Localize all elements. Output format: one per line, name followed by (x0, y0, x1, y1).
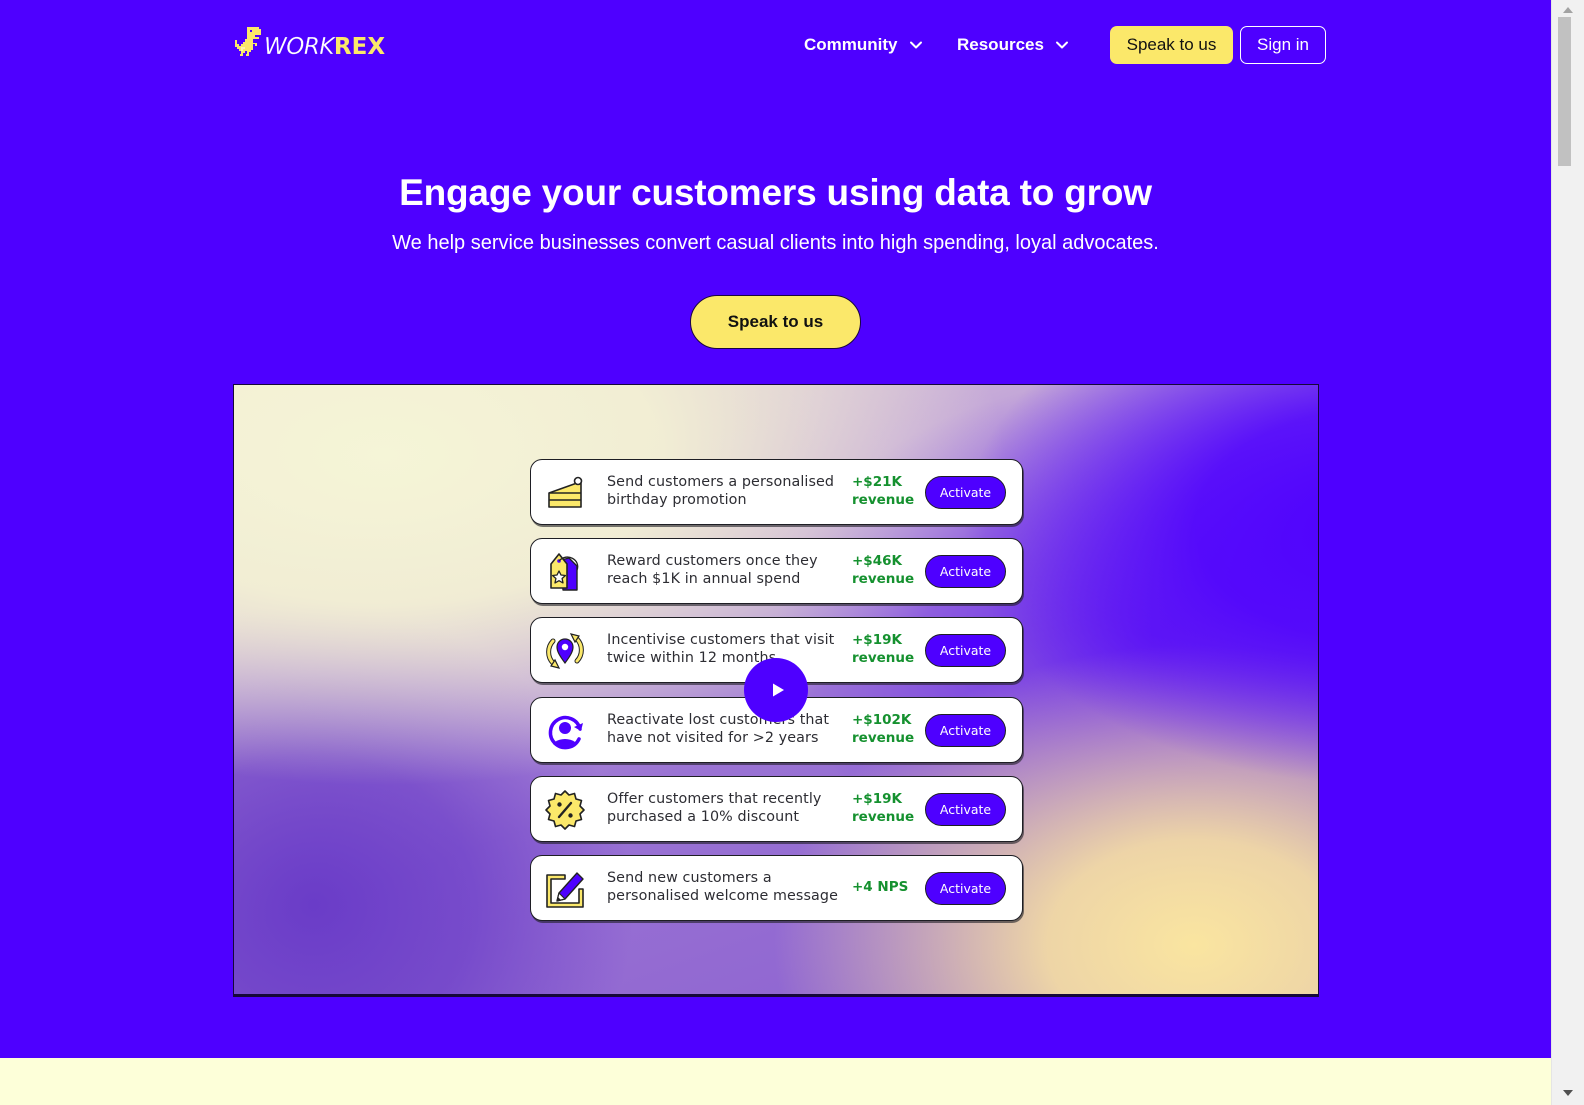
location-refresh-icon (543, 629, 587, 673)
metric-value: +4 NPS (852, 878, 909, 895)
workrex-logo[interactable]: WORKREX (233, 24, 385, 60)
metric-unit: revenue (852, 650, 915, 667)
metric-unit: revenue (852, 808, 915, 825)
activate-button[interactable]: Activate (925, 713, 1006, 747)
metric-value: +$19K (852, 790, 902, 807)
speak-to-us-nav-button[interactable]: Speak to us (1110, 26, 1233, 64)
campaign-card: Reward customers once they reach $1K in … (530, 538, 1023, 605)
discount-badge-icon (543, 788, 587, 832)
activate-button[interactable]: Activate (925, 476, 1006, 509)
metric-value: +$46K (852, 553, 902, 570)
campaign-metric: +$19K revenue (852, 631, 922, 667)
activate-button[interactable]: Activate (925, 555, 1006, 589)
scroll-up-arrow-icon[interactable] (1557, 2, 1579, 18)
campaign-metric: +$102K revenue (852, 711, 922, 747)
campaign-description: Send customers a personalised birthday p… (607, 474, 835, 508)
metric-unit: revenue (852, 571, 915, 588)
play-video-button[interactable] (744, 658, 808, 722)
logo-rex-text: REX (333, 33, 386, 60)
chevron-down-icon (909, 41, 922, 49)
activate-button[interactable]: Activate (925, 792, 1006, 826)
metric-unit: revenue (852, 492, 915, 508)
edit-note-icon (543, 867, 587, 911)
campaign-card: Send customers a personalised birthday p… (530, 459, 1023, 525)
campaign-description: Send new customers a personalised welcom… (607, 869, 838, 904)
demo-video[interactable]: Send customers a personalised birthday p… (233, 384, 1319, 995)
page: WORKREX Community Resources Speak to us … (0, 0, 1551, 1105)
hero-title: Engage your customers using data to grow (399, 172, 1152, 213)
scroll-down-arrow-icon[interactable] (1557, 1085, 1579, 1101)
metric-value: +$19K (852, 632, 902, 649)
logo-wordmark: WORKREX (264, 32, 385, 59)
page-scrollbar[interactable] (1551, 0, 1584, 1105)
price-tag-star-icon (543, 550, 587, 594)
campaign-card: Send new customers a personalised welcom… (530, 854, 1023, 921)
activate-button[interactable]: Activate (925, 634, 1006, 668)
speak-to-us-hero-button[interactable]: Speak to us (690, 295, 861, 349)
play-icon (772, 683, 784, 697)
nav-resources-dropdown[interactable]: Resources (957, 33, 1070, 57)
nav-community-dropdown[interactable]: Community (804, 33, 924, 57)
campaign-metric: +$21K revenue (852, 473, 922, 509)
chevron-down-icon (1055, 41, 1068, 49)
cake-icon (543, 471, 587, 515)
hero-subtitle: We help service businesses convert casua… (392, 232, 1159, 254)
metric-value: +$21K (852, 474, 902, 490)
campaign-description: Incentivise customers that visit twice w… (607, 632, 835, 667)
scrollbar-thumb[interactable] (1558, 17, 1571, 166)
campaign-metric: +$19K revenue (852, 790, 922, 826)
campaign-description: Reward customers once they reach $1K in … (607, 553, 818, 588)
metric-unit: revenue (852, 729, 915, 746)
campaign-description: Reactivate lost customers that have not … (607, 711, 830, 746)
dino-logo-icon (235, 27, 261, 56)
logo-work-text: WORK (264, 33, 335, 60)
activate-button[interactable]: Activate (925, 871, 1006, 905)
next-section-background (0, 1058, 1551, 1105)
campaign-metric: +$46K revenue (852, 552, 922, 588)
sign-in-button[interactable]: Sign in (1240, 26, 1326, 64)
campaign-card: Offer customers that recently purchased … (530, 775, 1023, 842)
nav-resources-label: Resources (957, 35, 1044, 54)
campaign-description: Offer customers that recently purchased … (607, 790, 822, 825)
campaign-metric: +4 NPS (852, 878, 922, 896)
top-navigation: WORKREX Community Resources Speak to us … (0, 0, 1551, 90)
user-refresh-icon (543, 709, 587, 753)
metric-value: +$102K (852, 711, 912, 728)
nav-community-label: Community (804, 35, 898, 54)
